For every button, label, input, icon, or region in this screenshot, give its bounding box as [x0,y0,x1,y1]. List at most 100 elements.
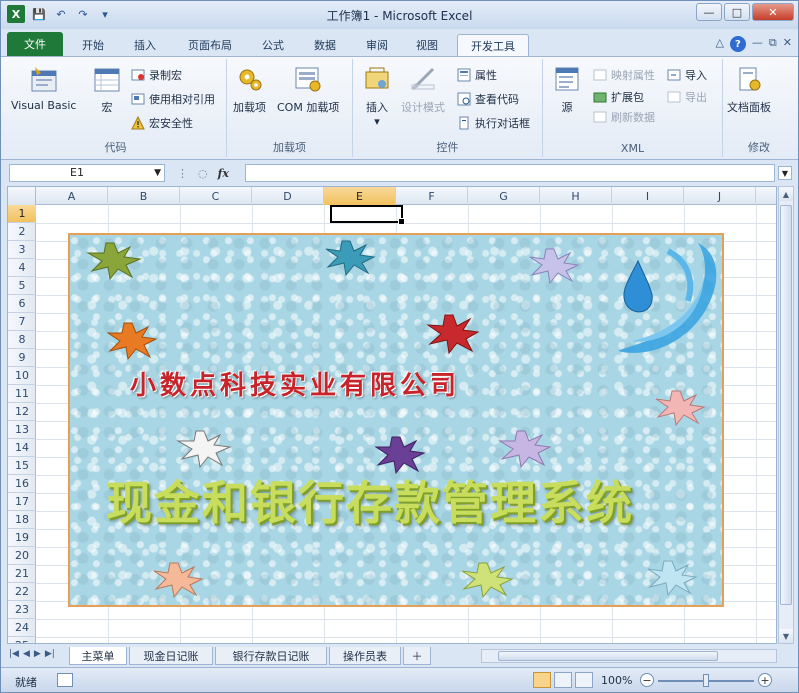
next-sheet-icon[interactable]: ▶ [34,649,41,659]
column-header[interactable]: F [396,187,468,205]
sheet-tab-operators[interactable]: 操作员表 [329,647,401,665]
column-header[interactable]: H [540,187,612,205]
expansion-packs-button[interactable]: 扩展包 [593,89,644,105]
row-header[interactable]: 2 [8,223,36,241]
row-header[interactable]: 22 [8,583,36,601]
sheet-tab-bank-journal[interactable]: 银行存款日记账 [215,647,327,665]
row-header[interactable]: 8 [8,331,36,349]
zoom-level[interactable]: 100% [601,674,632,687]
scroll-up-icon[interactable]: ▲ [779,187,793,201]
insert-control-button[interactable]: 插入 ▾ [361,63,393,128]
tab-developer[interactable]: 开发工具 [457,34,529,56]
view-code-button[interactable]: 查看代码 [457,91,519,107]
column-header[interactable]: D [252,187,324,205]
vertical-scrollbar[interactable]: ▲ ▼ [778,186,794,644]
macro-record-icon[interactable] [57,673,73,687]
horizontal-scroll-thumb[interactable] [498,651,718,661]
row-header[interactable]: 20 [8,547,36,565]
horizontal-scrollbar[interactable] [481,649,777,663]
chevron-down-icon[interactable]: ▼ [154,165,161,181]
zoom-in-button[interactable]: + [758,673,772,687]
row-header[interactable]: 16 [8,475,36,493]
insert-function-icon[interactable]: fx [218,167,229,180]
row-header[interactable]: 4 [8,259,36,277]
scroll-down-icon[interactable]: ▼ [779,629,793,643]
active-cell[interactable] [330,205,405,225]
row-header[interactable]: 3 [8,241,36,259]
close-button[interactable]: ✕ [752,3,794,21]
row-header[interactable]: 9 [8,349,36,367]
tab-page-layout[interactable]: 页面布局 [177,34,243,56]
record-macro-button[interactable]: 录制宏 [131,67,182,83]
formula-cancel-icon[interactable]: ◌ [198,167,208,180]
row-header[interactable]: 11 [8,385,36,403]
minimize-button[interactable]: — [696,3,722,21]
row-header[interactable]: 23 [8,601,36,619]
prev-sheet-icon[interactable]: ◀ [23,649,30,659]
formula-controls-handle-icon[interactable]: ⋮ [177,167,188,180]
column-header[interactable]: G [468,187,540,205]
welcome-banner[interactable]: 小数点科技实业有限公司 现金和银行存款管理系统 [68,233,724,607]
row-header[interactable]: 10 [8,367,36,385]
tab-data[interactable]: 数据 [303,34,347,56]
refresh-data-button[interactable]: 刷新数据 [593,109,655,125]
row-header[interactable]: 12 [8,403,36,421]
import-button[interactable]: 导入 [667,67,707,83]
row-header[interactable]: 13 [8,421,36,439]
addins-button[interactable]: 加载项 [233,63,266,115]
column-header[interactable]: A [36,187,108,205]
macros-button[interactable]: 宏 [91,63,123,115]
page-layout-view-button[interactable] [554,672,572,688]
row-header[interactable]: 25 [8,637,36,643]
row-header[interactable]: 1 [8,205,36,223]
maximize-button[interactable]: □ [724,3,750,21]
row-header[interactable]: 18 [8,511,36,529]
document-panel-button[interactable]: 文档面板 [727,63,771,115]
insert-sheet-icon[interactable]: ＋ [403,647,431,665]
column-header[interactable]: J [684,187,756,205]
row-header[interactable]: 24 [8,619,36,637]
macro-security-button[interactable]: 宏安全性 [131,115,193,131]
map-properties-button[interactable]: 映射属性 [593,67,655,83]
wb-close-icon[interactable]: ✕ [783,36,792,52]
select-all-corner[interactable] [8,187,36,205]
name-box[interactable]: E1 ▼ [9,164,165,182]
row-header[interactable]: 19 [8,529,36,547]
row-header[interactable]: 14 [8,439,36,457]
minimize-ribbon-icon[interactable]: △ [715,36,723,52]
export-button[interactable]: 导出 [667,89,707,105]
wb-minimize-icon[interactable]: — [752,36,763,52]
tab-insert[interactable]: 插入 [123,34,167,56]
com-addins-button[interactable]: COM 加载项 [277,63,339,115]
column-header[interactable]: I [612,187,684,205]
first-sheet-icon[interactable]: |◀ [9,649,19,659]
xml-source-button[interactable]: 源 [551,63,583,115]
tab-review[interactable]: 审阅 [355,34,399,56]
row-header[interactable]: 17 [8,493,36,511]
tab-file[interactable]: 文件 [7,32,63,56]
sheet-tab-cash-journal[interactable]: 现金日记账 [129,647,213,665]
help-icon[interactable]: ? [729,36,746,52]
tab-view[interactable]: 视图 [405,34,449,56]
sheet-tab-main-menu[interactable]: 主菜单 [69,647,127,665]
tab-formulas[interactable]: 公式 [251,34,295,56]
run-dialog-button[interactable]: 执行对话框 [457,115,530,131]
vertical-scroll-thumb[interactable] [780,205,792,605]
row-header[interactable]: 5 [8,277,36,295]
last-sheet-icon[interactable]: ▶| [45,649,55,659]
expand-formula-bar-icon[interactable]: ▼ [778,166,792,180]
column-header[interactable]: E [324,187,396,205]
design-mode-button[interactable]: 设计模式 [401,63,445,115]
normal-view-button[interactable] [533,672,551,688]
zoom-slider-thumb[interactable] [703,674,709,687]
properties-button[interactable]: 属性 [457,67,497,83]
relative-reference-button[interactable]: 使用相对引用 [131,91,215,107]
formula-input[interactable] [245,164,775,182]
row-header[interactable]: 7 [8,313,36,331]
page-break-view-button[interactable] [575,672,593,688]
row-header[interactable]: 6 [8,295,36,313]
tab-home[interactable]: 开始 [71,34,115,56]
worksheet-grid[interactable]: ABCDEFGHIJ 1 2 3 4 5 6 7 8 9 10 11 12 13 14 15 16 17 18 19… [7,186,777,644]
row-header[interactable]: 21 [8,565,36,583]
column-header[interactable]: B [108,187,180,205]
